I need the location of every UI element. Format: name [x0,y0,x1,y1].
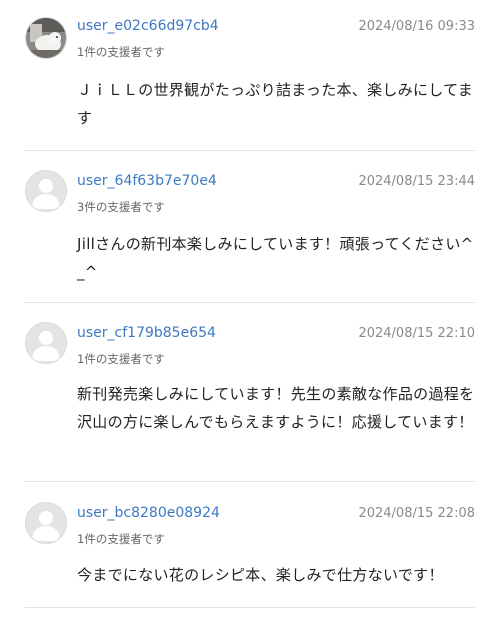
default-user-icon [26,503,66,543]
comment-text: Jillさんの新刊本楽しみにしています！頑張ってください^_^ [77,235,474,281]
supporter-count: 1件の支援者です [77,532,165,546]
user-photo-avatar-icon [26,18,66,58]
divider [25,150,475,151]
comment-text: 新刊発売楽しみにしています！先生の素敵な作品の過程を沢山の方に楽しんでもらえます… [77,385,475,431]
avatar[interactable] [25,502,67,544]
divider [25,607,475,608]
default-user-icon [26,171,66,211]
supporter-count: 1件の支援者です [77,352,165,366]
username-link[interactable]: user_e02c66d97cb4 [77,18,219,34]
supporter-count: 3件の支援者です [77,200,165,214]
default-user-icon [26,323,66,363]
username-link[interactable]: user_64f63b7e70e4 [77,173,217,189]
comment-timestamp: 2024/08/16 09:33 [358,19,475,34]
divider [25,481,475,482]
comment-timestamp: 2024/08/15 22:08 [358,506,475,521]
avatar[interactable] [25,170,67,212]
comment-timestamp: 2024/08/15 22:10 [358,326,475,341]
supporter-count: 1件の支援者です [77,45,165,59]
avatar[interactable] [25,17,67,59]
username-link[interactable]: user_cf179b85e654 [77,325,216,341]
comment-timestamp: 2024/08/15 23:44 [358,174,475,189]
comment-text: 今までにない花のレシピ本、楽しみで仕方ないです！ [77,566,444,584]
comment-text: ＪｉＬＬの世界観がたっぷり詰まった本、楽しみにしてます [77,81,474,127]
avatar[interactable] [25,322,67,364]
divider [25,302,475,303]
username-link[interactable]: user_bc8280e08924 [77,505,220,521]
